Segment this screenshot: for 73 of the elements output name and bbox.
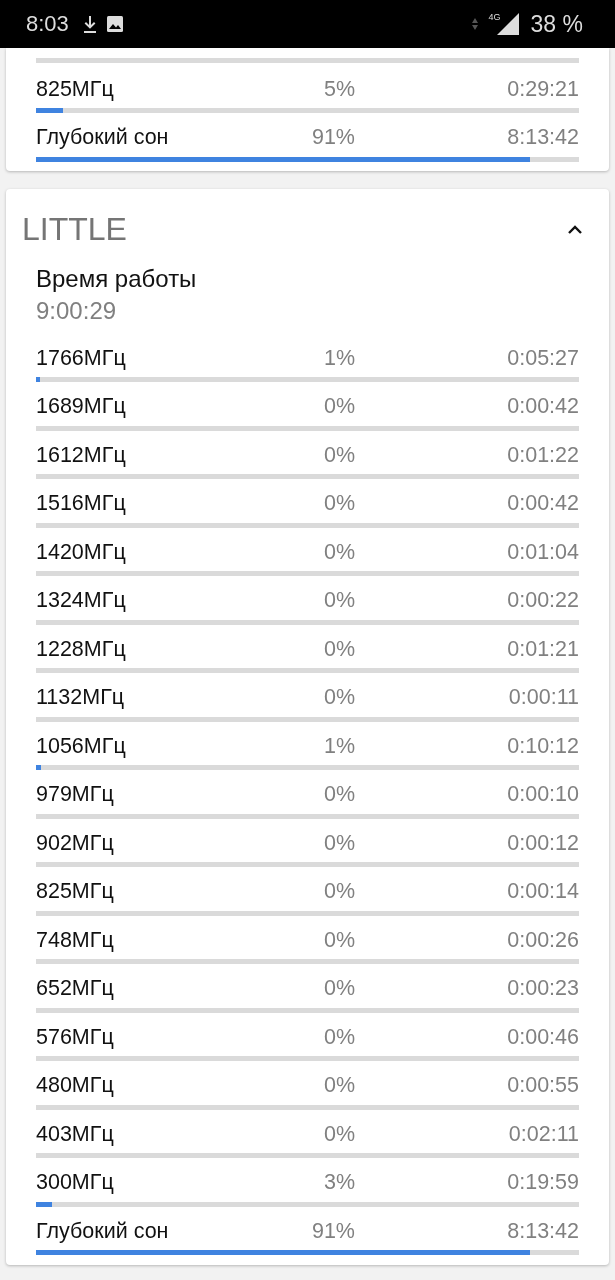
frequency-label: 1228МГц <box>36 636 127 662</box>
clock: 8:03 <box>26 11 69 37</box>
percent-value: 0% <box>322 539 355 565</box>
percent-value: 0% <box>322 491 355 516</box>
frequency-label: 748МГц <box>36 927 115 953</box>
frequency-label: 1689МГц <box>36 394 127 419</box>
frequency-label: 1516МГц <box>36 491 127 516</box>
time-value: 0:00:46 <box>506 1024 579 1050</box>
frequency-label: 825МГц <box>36 879 115 904</box>
time-value: 0:05:27 <box>506 345 579 371</box>
percent-value: 0% <box>322 1024 355 1050</box>
percent-value: 5% <box>322 76 355 102</box>
frequency-label: Глубокий сон <box>36 125 170 150</box>
percent-value: 91% <box>310 125 355 150</box>
frequency-label: 902МГц <box>36 830 115 856</box>
uptime-value: 9:00:29 <box>36 297 118 325</box>
frequency-label: Глубокий сон <box>36 1218 170 1244</box>
frequency-label: 1612МГц <box>36 442 127 468</box>
percent-value: 0% <box>322 394 355 419</box>
frequency-label: 1132МГц <box>36 685 126 710</box>
percent-value: 0% <box>322 685 355 710</box>
time-value: 0:29:21 <box>506 76 579 102</box>
frequency-label: 652МГц <box>36 976 115 1001</box>
percent-value: 0% <box>322 636 355 662</box>
time-value: 0:00:26 <box>506 927 579 953</box>
time-value: 0:00:42 <box>506 491 579 516</box>
time-value: 0:01:04 <box>506 539 579 565</box>
image-icon <box>106 16 123 32</box>
percent-value: 1% <box>322 345 355 371</box>
time-value: 0:00:14 <box>506 879 579 904</box>
percent-value: 0% <box>322 1073 355 1098</box>
frequency-label: 1324МГц <box>36 588 127 613</box>
time-value: 0:02:11 <box>507 1121 579 1147</box>
percent-value: 1% <box>322 733 355 759</box>
percent-value: 0% <box>322 442 355 468</box>
percent-value: 0% <box>322 830 355 856</box>
time-value: 0:00:11 <box>507 685 579 710</box>
percent-value: 3% <box>322 1170 355 1195</box>
time-value: 0:01:21 <box>506 636 579 662</box>
percent-value: 0% <box>322 588 355 613</box>
uptime-label: Время работы <box>36 265 198 293</box>
percent-value: 91% <box>310 1218 355 1244</box>
time-value: 0:00:12 <box>506 830 579 856</box>
time-value: 0:19:59 <box>506 1170 579 1195</box>
time-value: 8:13:42 <box>506 125 579 150</box>
time-value: 0:00:23 <box>506 976 579 1001</box>
time-value: 8:13:42 <box>506 1218 579 1244</box>
time-value: 0:00:42 <box>506 394 579 419</box>
frequency-label: 1056МГц <box>36 733 127 759</box>
frequency-label: 403МГц <box>36 1121 115 1147</box>
collapse-icon[interactable] <box>567 224 583 234</box>
time-value: 0:01:22 <box>506 442 579 468</box>
time-value: 0:00:55 <box>506 1073 579 1098</box>
time-value: 0:10:12 <box>506 733 579 759</box>
percent-value: 0% <box>322 782 355 807</box>
time-value: 0:00:10 <box>506 782 579 807</box>
frequency-label: 480МГц <box>36 1073 115 1098</box>
time-value: 0:00:22 <box>506 588 579 613</box>
data-arrows-icon <box>470 16 479 32</box>
frequency-label: 1420МГц <box>36 539 127 565</box>
frequency-label: 300МГц <box>36 1170 115 1195</box>
network-type: 4G <box>488 12 501 22</box>
percent-value: 0% <box>322 976 355 1001</box>
frequency-label: 979МГц <box>36 782 115 807</box>
percent-value: 0% <box>322 927 355 953</box>
download-icon <box>82 15 97 33</box>
battery-level: 38 % <box>530 10 583 38</box>
percent-value: 0% <box>322 879 355 904</box>
cluster-title: LITTLE <box>22 210 127 248</box>
frequency-label: 1766МГц <box>36 345 127 371</box>
percent-value: 0% <box>322 1121 355 1147</box>
frequency-label: 576МГц <box>36 1024 115 1050</box>
frequency-label: 825МГц <box>36 76 115 102</box>
